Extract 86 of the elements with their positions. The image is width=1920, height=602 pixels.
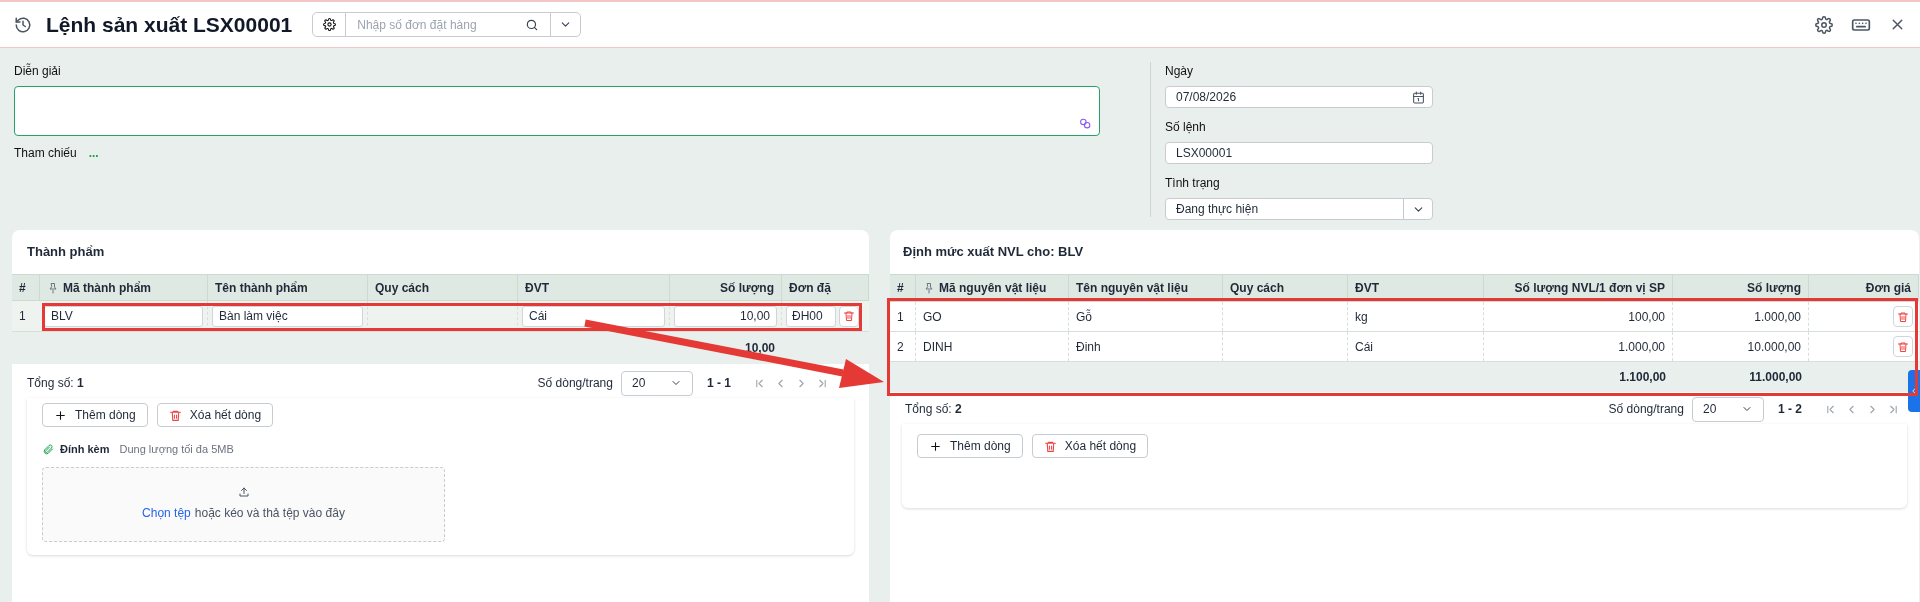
column-header: Số lượng [720,279,774,297]
attachment-hint: Dung lượng tối đa 5MB [119,442,234,457]
panel-title: Thành phẩm [26,243,106,262]
column-header: Đơn đặ [789,279,831,297]
table-cell-text: Cái [1355,338,1373,356]
trash-icon [1897,310,1909,323]
input-field[interactable]: ĐH00 [786,305,836,327]
file-dropzone[interactable]: Chọn tệp hoặc kéo và thả tệp vào đây [42,466,445,542]
trash-icon [1043,439,1057,453]
search-icon [525,17,540,32]
clear-rows-button[interactable]: Xóa hết dòng [1031,434,1149,458]
page-range: 1 - 1 [707,375,731,392]
search-box[interactable]: Nhập số đơn đặt hàng [312,12,582,37]
table-cell-text: Gỗ [1076,308,1092,326]
clear-rows-button[interactable]: Xóa hết dòng [156,403,274,427]
plus-icon [54,408,67,422]
column-header: Đơn giá [1865,280,1911,297]
settings-icon [322,18,336,31]
column-header: Tên thành phẩm [215,279,308,297]
pin-icon [923,282,935,294]
column-total: 11.000,00 [1749,369,1802,386]
attachment-label: Đính kèm [60,442,110,457]
table-cell-text: GO [923,308,942,326]
page-range: 1 - 2 [1778,401,1802,418]
column-header: Quy cách [375,279,430,297]
table-cell-text: 1.000,00 [1618,338,1665,356]
trash-icon [843,310,855,322]
field-label: Số lệnh [1165,119,1207,136]
total-count: Tổng số: 2 [905,401,962,418]
column-header: Mã thành phẩm [63,279,151,297]
search-field[interactable]: Nhập số đơn đặt hàng [357,15,526,34]
table-cell-text: 100,00 [1628,308,1665,326]
column-header: # [19,279,26,297]
plus-icon [929,439,942,453]
pin-icon [47,281,59,294]
field-label: Tình trạng [1165,175,1221,192]
status-select[interactable]: Đang thực hiện [1165,198,1433,220]
column-header: Mã nguyên vật liệu [939,280,1047,297]
column-header: Quy cách [1230,280,1285,297]
column-header: # [897,280,904,297]
table-cell-text: kg [1355,308,1368,326]
choose-file-link[interactable]: Chọn tệp [142,506,191,520]
delete-row-button[interactable] [839,305,859,327]
calendar-icon [1412,90,1425,104]
description-field[interactable] [14,86,1100,136]
column-header: Tên nguyên vật liệu [1076,280,1189,297]
trash-icon [168,408,182,422]
delete-row-button[interactable] [1893,306,1913,327]
row-number: 1 [897,308,904,326]
delete-row-button[interactable] [1893,336,1913,357]
page-size-select[interactable]: 20 [1692,396,1764,422]
settings-button[interactable] [1815,15,1833,34]
column-header: ĐVT [525,279,549,297]
column-total: 10,00 [744,340,775,357]
dropzone-text: hoặc kéo và thả tệp vào đây [194,506,345,520]
circles-icon [1079,117,1092,130]
table-cell-text: Đinh [1076,338,1101,356]
column-header: Số lượng [1747,280,1801,297]
page-title: Lệnh sản xuất LSX00001 [46,11,293,38]
table-cell-text: 1.000,00 [1754,308,1801,326]
settings-icon [1815,15,1833,34]
column-header: Số lượng NVL/1 đơn vị SP [1514,280,1665,297]
input-field[interactable]: LSX00001 [1165,142,1433,164]
add-row-button[interactable]: Thêm dòng [917,434,1023,458]
table-cell-text: 10.000,00 [1747,338,1801,356]
page-size-label: Số dòng/trang [1608,401,1684,418]
upload-icon [237,486,250,498]
panel-title: Định mức xuất NVL cho: BLV [902,243,1085,262]
field-label: Tham chiếu [14,145,77,162]
trash-icon [1897,340,1909,353]
table-cell-text: DINH [923,338,953,356]
field-label: Diễn giải [14,62,62,80]
input-field[interactable]: Bàn làm việc [212,305,363,327]
row-number: 2 [897,338,904,356]
date-field[interactable]: 07/08/2026 [1165,86,1433,108]
field-label: Ngày [1165,63,1194,80]
column-total: 1.100,00 [1619,369,1666,386]
column-header: ĐVT [1355,280,1379,297]
row-number: 1 [19,308,26,325]
page-size-select[interactable]: 20 [621,370,693,396]
paperclip-icon [42,443,54,456]
history-icon [14,15,32,34]
total-count: Tổng số: 1 [27,375,84,392]
page-size-label: Số dòng/trang [537,375,613,392]
add-row-button[interactable]: Thêm dòng [42,403,148,427]
input-field[interactable]: 10,00 [674,305,777,327]
